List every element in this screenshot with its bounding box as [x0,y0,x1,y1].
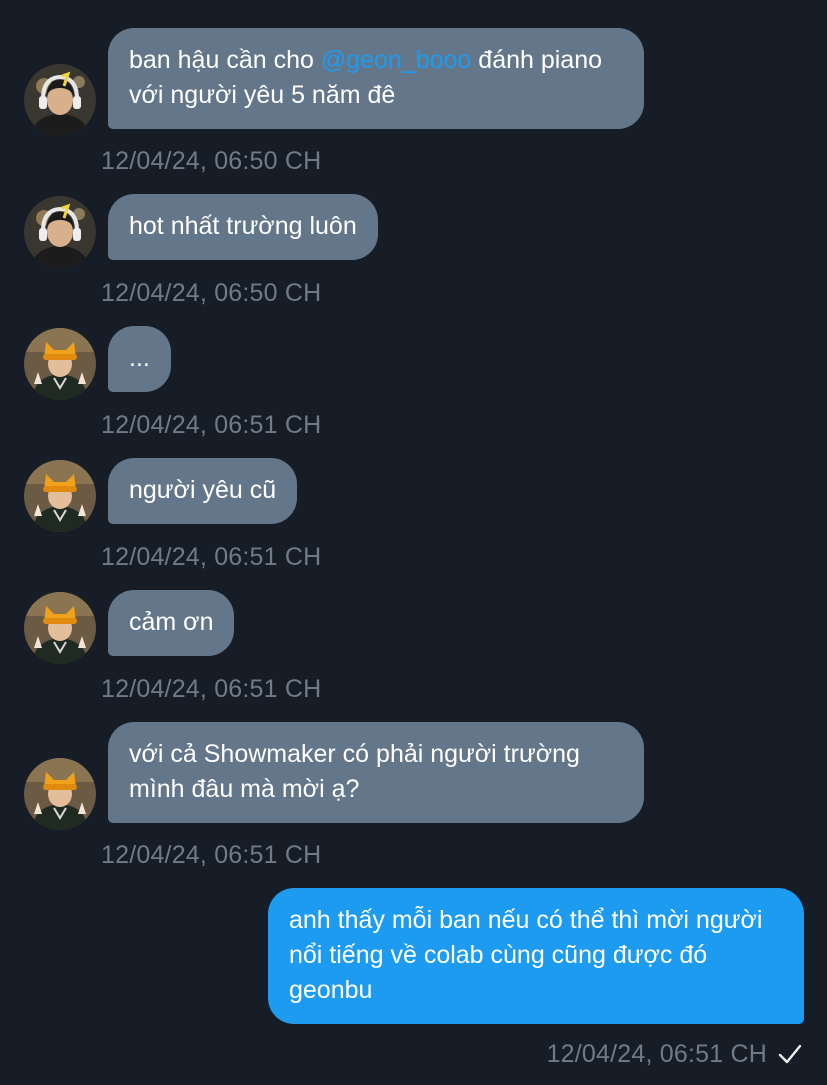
message-timestamp: 12/04/24, 06:50 CH [101,147,322,175]
avatar-cat-hat-icon [24,460,96,532]
message-text: cảm ơn [129,608,214,636]
message-timestamp: 12/04/24, 06:51 CH [101,543,322,571]
message-timestamp: 12/04/24, 06:51 CH [101,841,322,869]
message-bubble[interactable]: cảm ơn [108,590,235,656]
message-text: ... [129,344,150,372]
check-icon [778,1044,802,1064]
message-text: ban hậu cần cho [129,46,321,74]
avatar-headphones-icon [24,64,96,136]
user-avatar[interactable] [24,64,96,136]
message-text: anh thấy mỗi ban nếu có thể thì mời ngườ… [289,906,763,1004]
message-text: hot nhất trường luôn [129,212,357,240]
mention-link[interactable]: @geon_booo [321,46,472,74]
message-text: với cả Showmaker có phải người trường mì… [129,740,580,803]
user-avatar[interactable] [24,328,96,400]
avatar-cat-hat-icon [24,328,96,400]
avatar-cat-hat-icon [24,592,96,664]
message-bubble[interactable]: hot nhất trường luôn [108,194,378,260]
avatar-cat-hat-icon [24,758,96,830]
message-bubble-outgoing[interactable]: anh thấy mỗi ban nếu có thể thì mời ngườ… [268,888,804,1024]
message-bubble[interactable]: ban hậu cần cho @geon_booo đánh piano vớ… [108,28,644,129]
user-avatar[interactable] [24,196,96,268]
message-bubble[interactable]: người yêu cũ [108,458,298,524]
message-bubble[interactable]: với cả Showmaker có phải người trường mì… [108,722,644,823]
user-avatar[interactable] [24,758,96,830]
message-timestamp: 12/04/24, 06:51 CH [546,1040,767,1068]
message-timestamp: 12/04/24, 06:50 CH [101,279,322,307]
message-timestamp: 12/04/24, 06:51 CH [101,675,322,703]
conversation-thread: ban hậu cần cho @geon_booo đánh piano vớ… [0,0,827,1085]
message-bubble[interactable]: ... [108,326,171,392]
message-timestamp: 12/04/24, 06:51 CH [101,411,322,439]
message-status: 12/04/24, 06:51 CH [547,1039,803,1069]
message-text: người yêu cũ [129,476,277,504]
user-avatar[interactable] [24,460,96,532]
user-avatar[interactable] [24,592,96,664]
avatar-headphones-icon [24,196,96,268]
